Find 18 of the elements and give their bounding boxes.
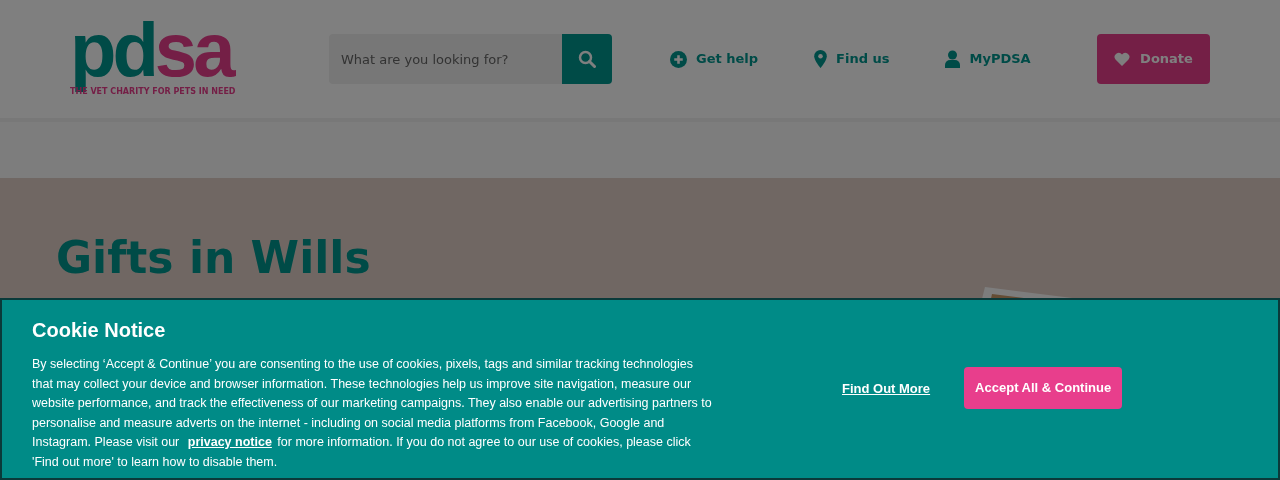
map-pin-icon <box>814 50 828 68</box>
cookie-notice-text: By selecting ‘Accept & Continue’ you are consenting to the use of cookies, pixels, tags and similar tracking technologies that may collect your device and browser information. These technologies help us improve site navigation, measure our website performance, and track the effectiveness of our marketing campaigns. They also enable our advertising partners to personalise and measure adverts on the internet - including on social media platforms from Facebook, Google and Instagram. Please visit our privacy notice for more information. If you do not agree to our use of cookies, please click 'Find out more' to learn how to disable them. <box>32 356 712 471</box>
privacy-notice-link[interactable]: privacy notice <box>187 435 272 449</box>
nav-link[interactable]: Find us <box>814 49 890 69</box>
find-out-more-link[interactable]: Find Out More <box>842 379 931 399</box>
nav-link[interactable]: Get help <box>670 49 759 69</box>
accept-button[interactable]: Accept All & Continue <box>964 367 1123 409</box>
page-title: Gifts in Wills <box>56 236 371 280</box>
search-button[interactable] <box>562 34 612 84</box>
heart-icon <box>1114 52 1131 66</box>
search-icon <box>578 50 596 68</box>
search-field[interactable]: What are you looking for? <box>329 34 562 84</box>
plus-circle-icon <box>670 50 687 68</box>
cookie-notice-title: Cookie Notice <box>32 318 167 343</box>
donate-button[interactable]: Donate <box>1097 34 1210 84</box>
user-icon <box>945 50 961 68</box>
nav-link[interactable]: MyPDSA <box>945 49 1031 69</box>
logo[interactable]: pdsa THE VET CHARITY FOR PETS IN NEED <box>70 20 270 98</box>
